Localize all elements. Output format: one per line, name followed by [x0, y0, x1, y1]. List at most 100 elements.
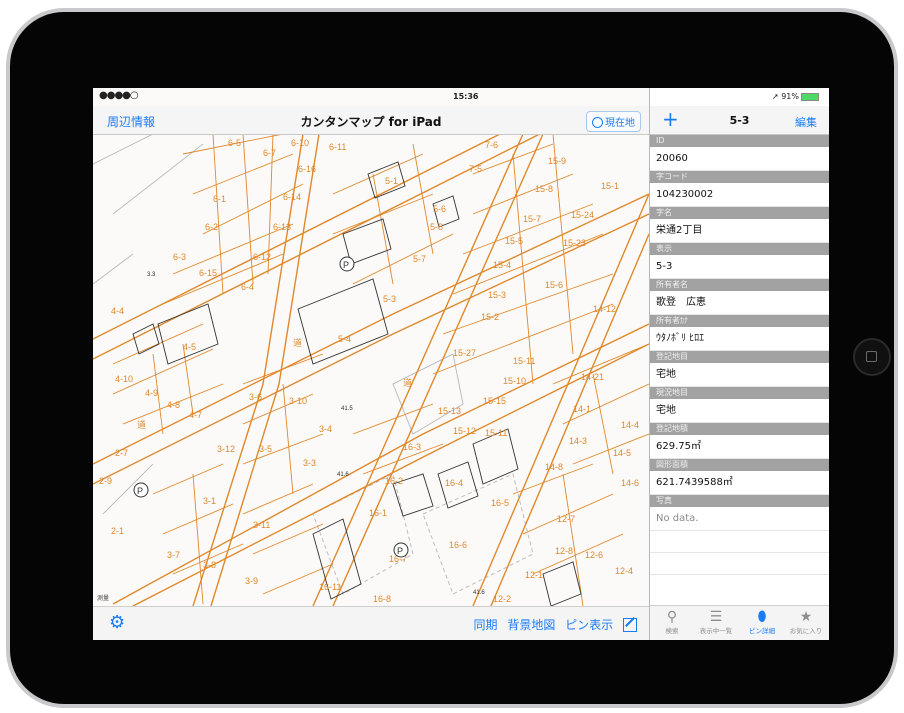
parcel-label: 15-11: [485, 428, 507, 438]
parcel-label: 14-4: [621, 420, 639, 430]
road-label: 道: [137, 419, 146, 430]
parcel-label: 3-4: [319, 424, 332, 434]
parcel-label: 3-3: [303, 458, 316, 468]
tab-search[interactable]: ⚲ 検索: [650, 609, 694, 635]
current-location-button[interactable]: 現在地: [586, 111, 641, 132]
field-value: 5-3: [650, 255, 829, 279]
location-icon: [592, 117, 603, 128]
parcel-label: 14-12: [593, 304, 616, 314]
parcel-label: 7-5: [469, 164, 482, 174]
background-map-button[interactable]: 背景地図: [507, 618, 555, 632]
parcel-label: 5-1: [385, 176, 398, 186]
parcel-label: 15-7: [523, 214, 541, 224]
parcel-label: 5-4: [338, 334, 351, 344]
parcel-label: 6-15: [199, 268, 217, 278]
pin-icon: ⬮: [757, 609, 767, 625]
field-label: 写真: [650, 495, 829, 507]
home-button[interactable]: [853, 338, 891, 376]
parcel-label: 6-16: [298, 164, 316, 174]
search-icon: ⚲: [666, 609, 678, 625]
tab-favorites[interactable]: ★ お気に入り: [784, 609, 828, 635]
elevation-label: 41.6: [473, 590, 485, 596]
parcel-label: 14-1: [573, 404, 591, 414]
parcel-label: 15-3: [488, 290, 506, 300]
pin-display-button[interactable]: ピン表示: [565, 618, 613, 632]
parcel-label: 6-14: [283, 192, 301, 202]
parcel-label: 16-8: [373, 594, 391, 604]
tab-pin-detail[interactable]: ⬮ ピン詳細: [740, 609, 784, 635]
edit-button[interactable]: 編集: [795, 114, 817, 130]
edit-icon[interactable]: [623, 618, 637, 632]
list-icon: ☰: [709, 609, 723, 625]
parcel-label: 15-23: [563, 238, 586, 248]
parcel-label: 16-4: [445, 478, 463, 488]
parcel-label: 6-12: [253, 252, 271, 262]
parcel-label: 15-6: [545, 280, 563, 290]
parcel-label: 14-5: [613, 448, 631, 458]
detail-field-list: ID 20060 字コード 104230002 字名 栄通2丁目 表示 5-3 …: [650, 135, 829, 575]
parcel-label: 12-1: [525, 570, 543, 580]
field-value: 宅地: [650, 399, 829, 423]
parcel-label: 14-21: [581, 372, 604, 382]
parcel-label: 3-6: [249, 392, 262, 402]
field-value: 621.7439588㎡: [650, 471, 829, 495]
field-label: 字コード: [650, 171, 829, 183]
detail-pane: + 5-3 編集 ID 20060 字コード 104230002 字名 栄通2丁…: [650, 106, 829, 640]
parcel-label: 4-7: [189, 410, 202, 420]
status-time: 15:36: [453, 92, 479, 101]
parcel-label: 6-11: [329, 142, 346, 152]
parcel-label: 3-5: [259, 444, 272, 454]
parcel-label: 15-8: [535, 184, 553, 194]
parcel-label: 12-8: [555, 546, 573, 556]
parcel-label: 15-1: [601, 181, 619, 191]
parcel-label: 6-3: [173, 252, 186, 262]
parcel-label: 12-7: [557, 514, 575, 524]
tab-visible-list[interactable]: ☰ 表示中一覧: [694, 609, 738, 635]
parcel-label: 3-9: [245, 576, 258, 586]
parcel-label: 3-7: [167, 550, 180, 560]
parcel-label: 15-13: [438, 406, 461, 416]
status-bar: ●●●●○ 15:36 ➚ 91%: [93, 88, 829, 106]
parking-marker[interactable]: P: [393, 542, 409, 558]
parcel-label: 15-24: [571, 210, 594, 220]
parcel-label: 4-8: [167, 400, 180, 410]
parcel-label: 14-3: [569, 436, 587, 446]
parking-marker[interactable]: P: [133, 482, 149, 498]
parcel-label: 5-6: [433, 204, 446, 214]
parcel-label: 4-9: [145, 388, 158, 398]
parcel-label: 6-13: [273, 222, 291, 232]
parcel-label: 15-15: [483, 396, 506, 406]
parcel-label: 3-10: [289, 396, 307, 406]
parcel-label: 5-7: [413, 254, 426, 264]
parcel-label: 16-3: [403, 442, 421, 452]
field-label: 登記地積: [650, 423, 829, 435]
parcel-label: 16-6: [449, 540, 467, 550]
parcel-label: 14-8: [545, 462, 563, 472]
elevation-label: 41.6: [337, 472, 349, 478]
parcel-label: 12-6: [585, 550, 603, 560]
parcel-label: 5-8: [430, 222, 443, 232]
scale-label: 測量: [97, 595, 110, 602]
sync-button[interactable]: 同期: [473, 618, 497, 632]
gear-icon[interactable]: ⚙: [109, 614, 125, 632]
parcel-label: 7-6: [485, 140, 498, 150]
parking-marker[interactable]: P: [339, 256, 355, 272]
cadastral-map[interactable]: 6-5 6-7 6-10 6-11 6-16 6-1 6-14 6-2 6-13…: [93, 134, 649, 606]
field-value: 宅地: [650, 363, 829, 387]
field-label: 所有者名: [650, 279, 829, 291]
signal-indicator: ●●●●○: [99, 90, 139, 101]
parcel-label: 5-3: [383, 294, 396, 304]
field-label: ID: [650, 135, 829, 147]
screen: ●●●●○ 15:36 ➚ 91% 周辺情報 カンタンマップ for iPad …: [93, 88, 829, 640]
parcel-label: 15-10: [503, 376, 526, 386]
svg-text:P: P: [343, 260, 349, 270]
road-label: 道: [293, 337, 302, 348]
field-value: ｳﾀﾉﾎﾞﾘ ﾋﾛｴ: [650, 327, 829, 351]
parcel-label: 2-1: [111, 526, 124, 536]
parcel-label: 12-4: [615, 566, 633, 576]
parcel-label: 4-10: [115, 374, 133, 384]
elevation-label: 41.5: [341, 406, 353, 412]
field-value: 20060: [650, 147, 829, 171]
map-toolbar: ⚙ 同期 背景地図 ピン表示: [93, 606, 649, 640]
app-title: カンタンマップ for iPad: [300, 115, 442, 129]
